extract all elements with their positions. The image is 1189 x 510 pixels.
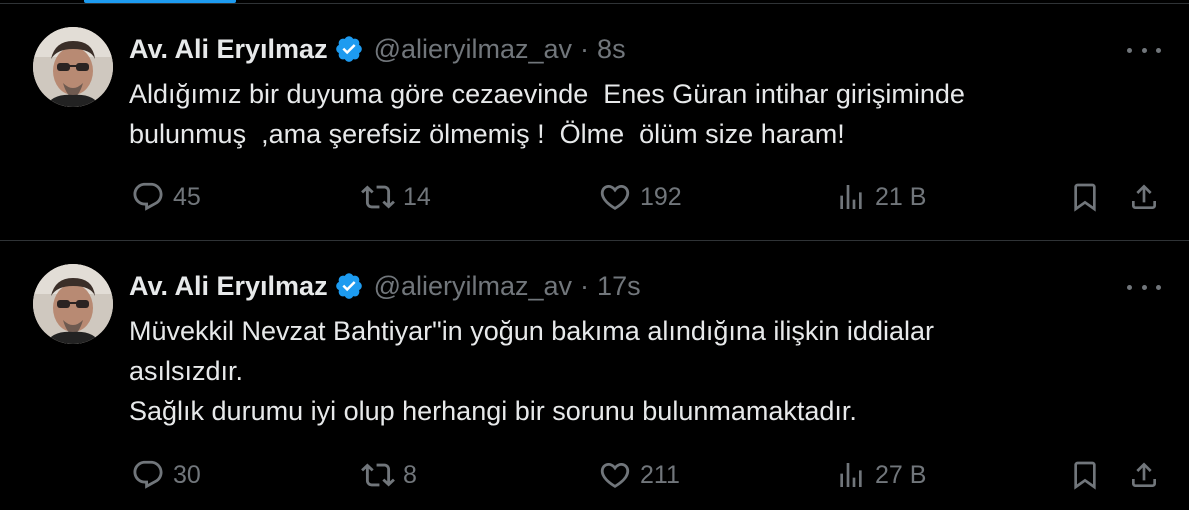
like-icon	[600, 462, 630, 488]
retweet-button[interactable]: 14	[361, 175, 431, 219]
more-icon[interactable]	[1127, 277, 1161, 297]
tweet-header: Av. Ali Eryılmaz @alieryilmaz_av · 17s	[129, 268, 641, 304]
tweet-text-line: asılsızdır.	[129, 356, 244, 386]
more-dot	[1141, 47, 1147, 53]
reply-count: 45	[173, 182, 201, 211]
tweet-actions: 30 8 211 27 B	[0, 453, 1189, 497]
tweet-text-line: Müvekkil Nevzat Bahtiyar"in yoğun bakıma…	[129, 316, 934, 346]
separator-dot: ·	[580, 33, 590, 64]
verified-badge-icon	[335, 36, 362, 62]
tweet[interactable]: Av. Ali Eryılmaz @alieryilmaz_av · 17s M…	[0, 241, 1189, 510]
avatar[interactable]	[33, 264, 113, 344]
reply-icon	[133, 182, 163, 211]
more-dot	[1156, 284, 1161, 290]
like-button[interactable]: 192	[598, 175, 682, 219]
more-dot	[1127, 47, 1132, 53]
retweet-icon	[361, 463, 395, 487]
views-icon	[840, 463, 862, 487]
more-dot	[1127, 284, 1132, 290]
reply-button[interactable]: 45	[131, 175, 201, 219]
tweet-header: Av. Ali Eryılmaz @alieryilmaz_av · 8s	[129, 31, 626, 67]
tweet-text-line: bulunmuş ,ama şerefsiz ölmemiş ! Ölme öl…	[129, 119, 845, 149]
bookmark-button[interactable]	[1069, 453, 1101, 497]
bookmark-icon	[1074, 183, 1096, 212]
bookmark-button[interactable]	[1069, 175, 1101, 219]
tweet-text: Müvekkil Nevzat Bahtiyar"in yoğun bakıma…	[129, 311, 1149, 431]
views-icon	[840, 185, 862, 209]
tweet-text: Aldığımız bir duyuma göre cezaevinde Ene…	[129, 74, 1149, 154]
retweet-count: 14	[403, 182, 431, 211]
views-count: 21 B	[875, 182, 927, 211]
avatar-photo-icon	[33, 27, 113, 107]
display-name[interactable]: Av. Ali Eryılmaz	[129, 271, 328, 302]
like-button[interactable]: 211	[598, 453, 680, 497]
views-button[interactable]: 21 B	[835, 175, 926, 219]
views-button[interactable]: 27 B	[835, 453, 926, 497]
avatar-photo-icon	[33, 264, 113, 344]
timestamp[interactable]: 17s	[597, 271, 641, 302]
share-icon	[1132, 462, 1156, 487]
handle[interactable]: @alieryilmaz_av	[374, 271, 572, 302]
timeline-feed: Av. Ali Eryılmaz @alieryilmaz_av · 8s Al…	[0, 0, 1189, 510]
share-button[interactable]	[1128, 175, 1160, 219]
like-count: 211	[640, 460, 680, 489]
retweet-icon	[361, 185, 395, 209]
handle[interactable]: @alieryilmaz_av	[374, 34, 572, 65]
reply-button[interactable]: 30	[131, 453, 201, 497]
tweet-actions: 45 14 192 21 B	[0, 175, 1189, 219]
separator-dot: ·	[580, 270, 590, 301]
more-icon[interactable]	[1127, 40, 1161, 60]
display-name[interactable]: Av. Ali Eryılmaz	[129, 34, 328, 65]
verified-badge-icon	[335, 273, 362, 299]
share-button[interactable]	[1128, 453, 1160, 497]
views-count: 27 B	[875, 460, 927, 489]
like-count: 192	[640, 182, 682, 211]
retweet-count: 8	[403, 460, 417, 489]
share-icon	[1132, 184, 1156, 209]
reply-icon	[133, 460, 163, 489]
avatar[interactable]	[33, 27, 113, 107]
bookmark-icon	[1074, 461, 1096, 490]
tweet-text-line: Sağlık durumu iyi olup herhangi bir soru…	[129, 396, 857, 426]
more-dot	[1141, 284, 1147, 290]
tweet[interactable]: Av. Ali Eryılmaz @alieryilmaz_av · 8s Al…	[0, 4, 1189, 240]
more-dot	[1156, 47, 1161, 53]
like-icon	[600, 184, 630, 210]
timestamp[interactable]: 8s	[597, 34, 626, 65]
tweet-text-line: Aldığımız bir duyuma göre cezaevinde Ene…	[129, 79, 965, 109]
retweet-button[interactable]: 8	[361, 453, 417, 497]
reply-count: 30	[173, 460, 201, 489]
